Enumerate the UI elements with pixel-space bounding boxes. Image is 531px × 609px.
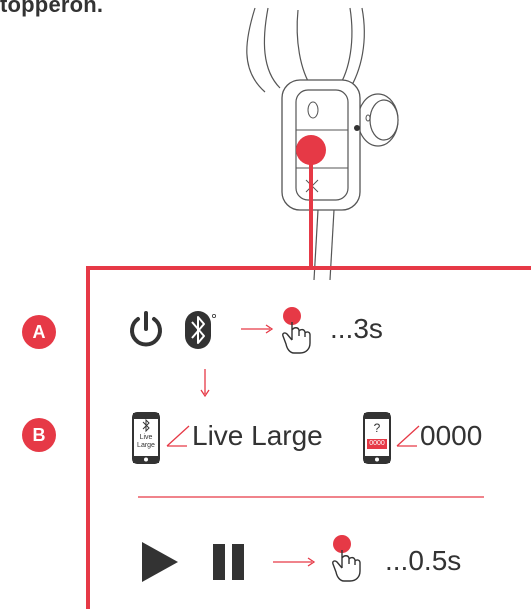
earphone-illustration	[86, 7, 531, 609]
arrow-right-icon	[241, 324, 274, 334]
phone-icon-live-large: Live Large	[132, 412, 160, 464]
play-icon	[142, 542, 178, 582]
bluetooth-icon	[185, 311, 216, 349]
pin-code: 0000	[420, 420, 483, 451]
phone-pin-label: 0000	[369, 440, 385, 447]
pause-icon	[213, 544, 244, 580]
step-a-duration: ...3s	[330, 313, 383, 344]
arrow-down-icon	[200, 369, 210, 398]
power-icon	[130, 311, 162, 347]
step-b-badge: B	[22, 418, 56, 452]
device-name: Live Large	[192, 420, 323, 451]
phone-label-line-2: Large	[137, 442, 155, 449]
step-a-badge: A	[22, 315, 56, 349]
play-pause-duration: ...0.5s	[385, 545, 462, 576]
tap-hand-icon-2	[332, 535, 361, 582]
tap-hand-icon	[282, 307, 311, 354]
phone-label-line-1: Live	[139, 434, 153, 441]
phone-question: ?	[373, 421, 381, 435]
phone-icon-pin: ? 0000	[363, 412, 391, 464]
slash-icon	[166, 425, 190, 447]
arrow-right-icon-2	[273, 557, 316, 567]
slash-icon-2	[396, 425, 420, 447]
